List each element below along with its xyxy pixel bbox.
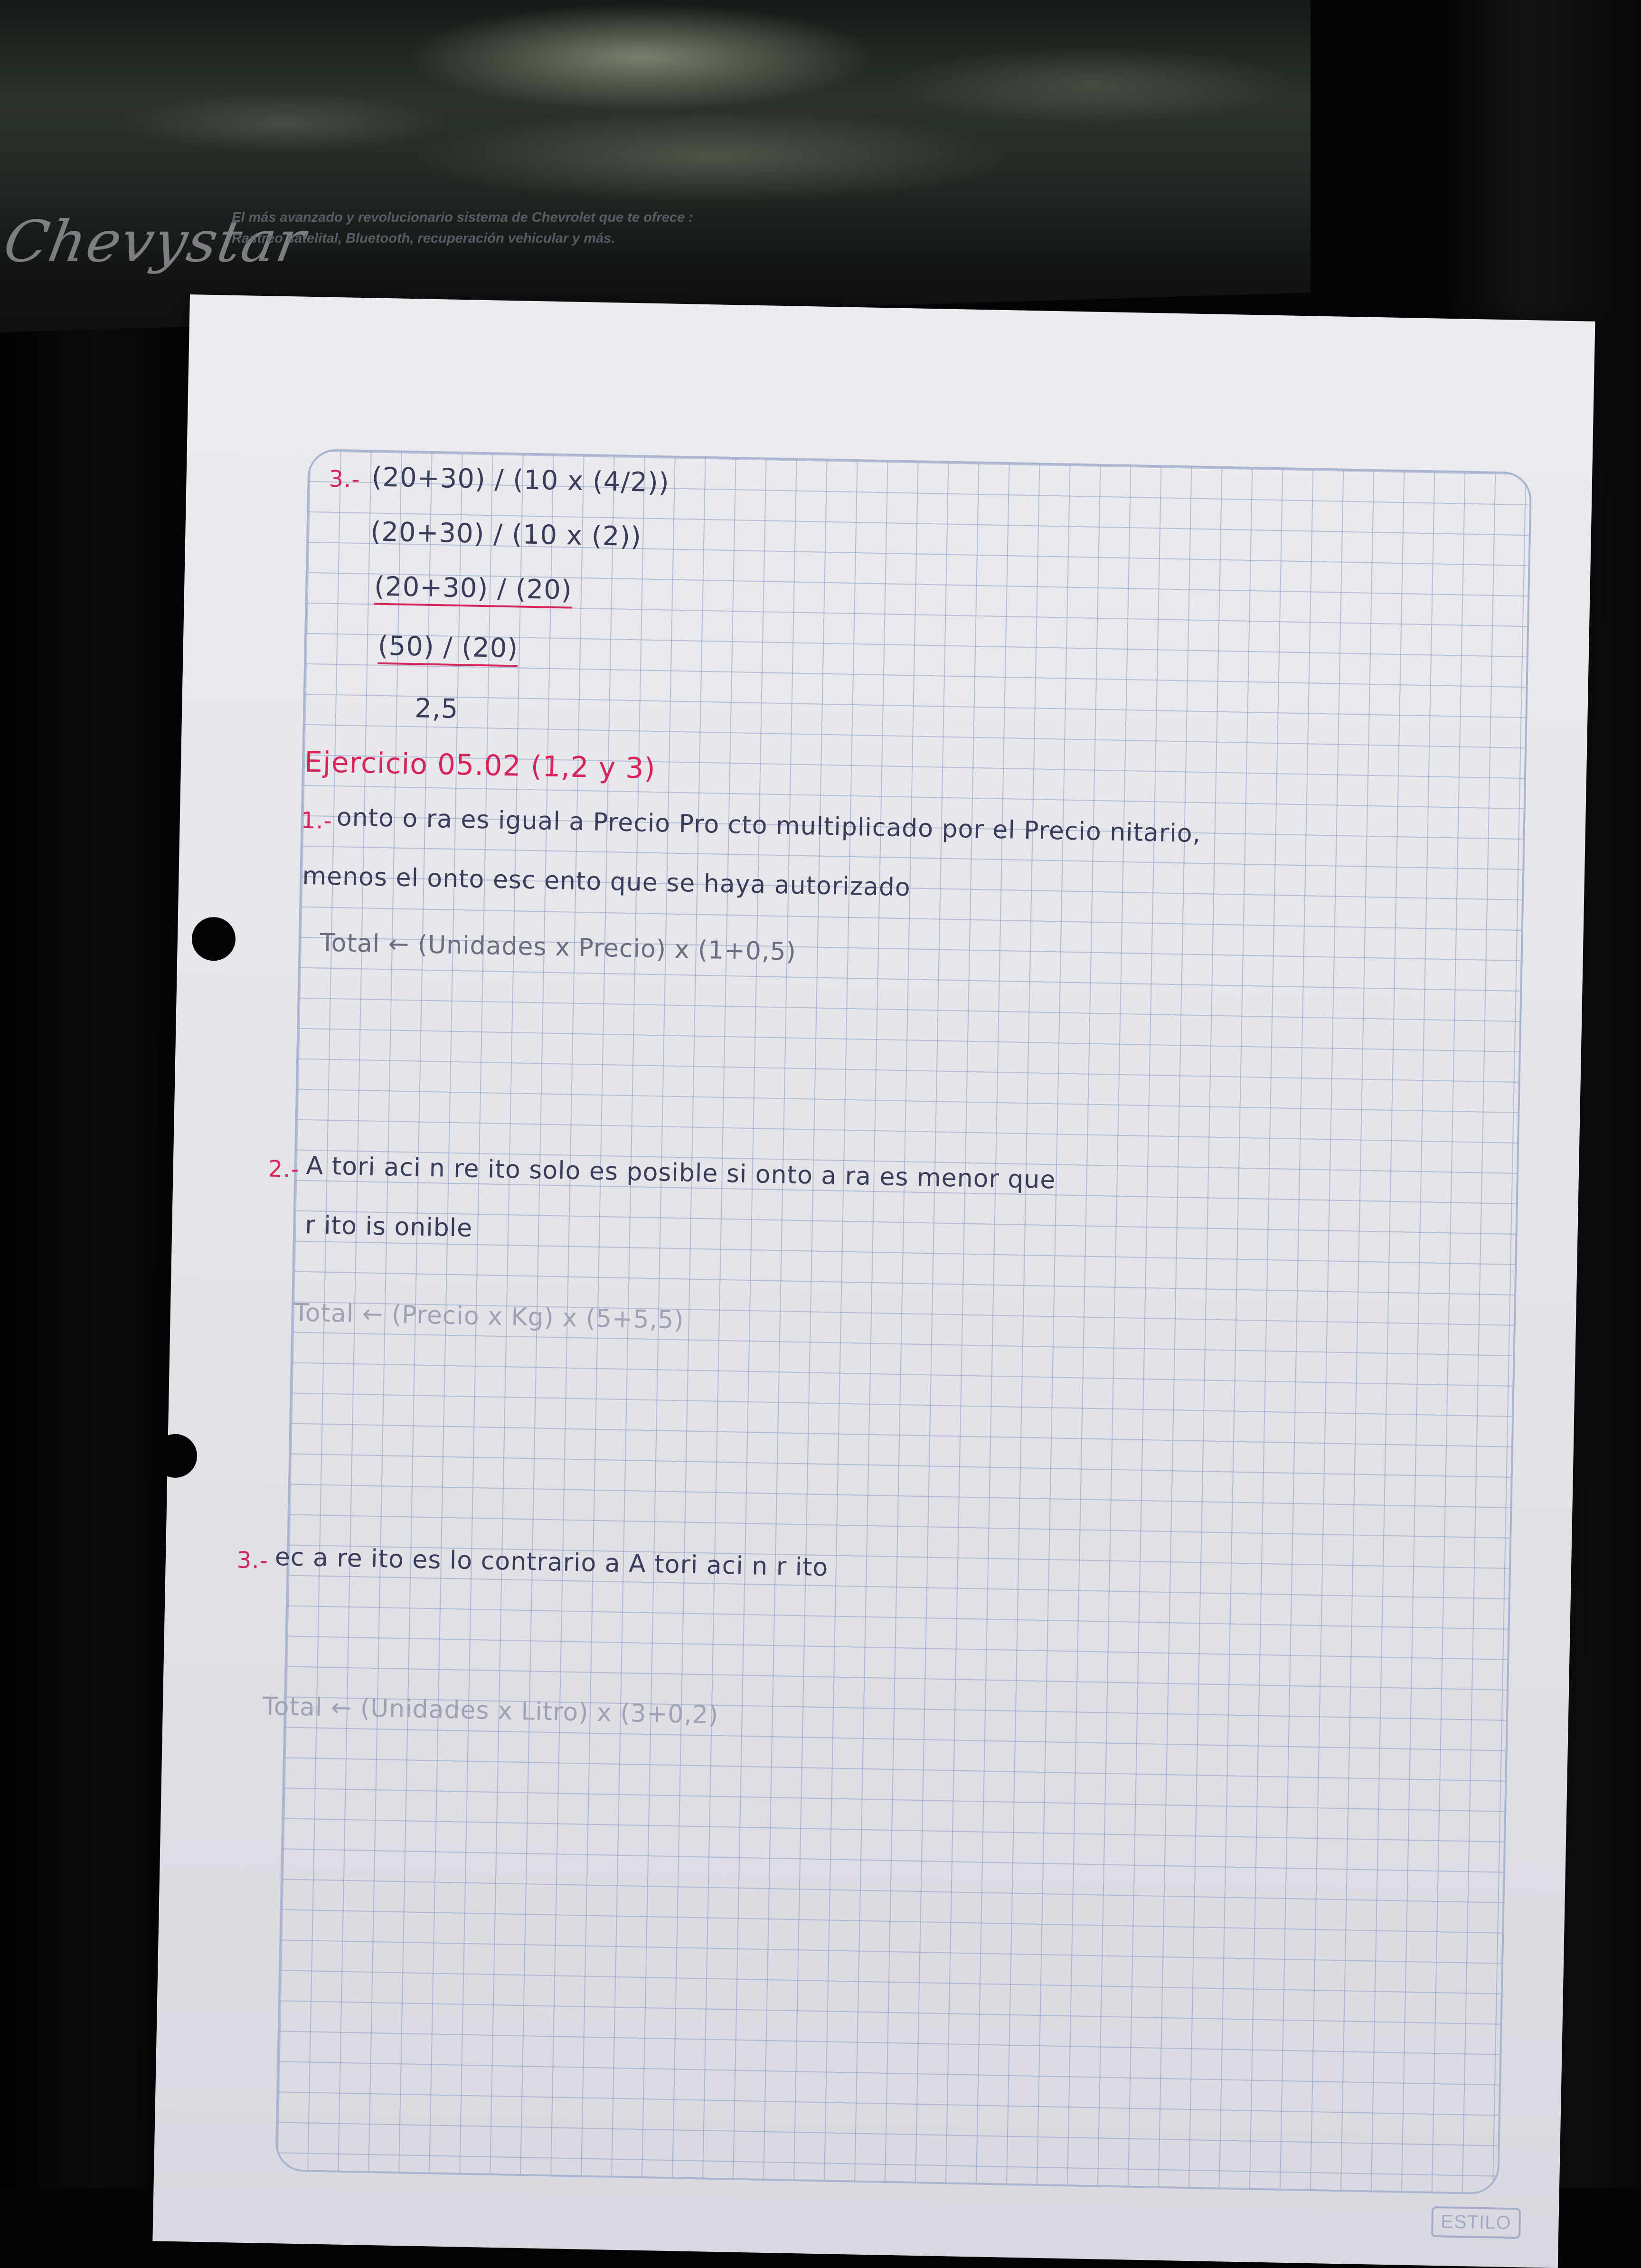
exercise3-step3: (20+30) / (20) [374,571,573,609]
punch-hole-top [191,917,236,962]
punch-hole-bottom [153,1433,198,1478]
item3-label: 3.- [236,1547,269,1574]
exercise3-step1: (20+30) / (10 x (4/2)) [371,462,670,499]
item1-label: 1.- [301,807,333,834]
notebook-page: 3.- (20+30) / (10 x (4/2)) (20+30) / (10… [152,294,1595,2268]
exercise-title: Ejercicio 05.02 (1,2 y 3) [304,745,656,786]
exercise3-step4: (50) / (20) [377,630,519,667]
exercise3-step2: (20+30) / (10 x (2)) [370,516,642,553]
exercise3-label: 3.- [329,465,361,493]
exercise3-result: 2,5 [414,693,459,725]
item2-line2: r ito is onible [304,1211,473,1243]
chevystar-banner: Chevystar El más avanzado y revolucionar… [0,0,1311,332]
item2-label: 2.- [268,1155,300,1183]
estilo-brand-badge: ESTILO [1431,2206,1521,2239]
banner-tagline-1: El más avanzado y revolucionario sistema… [232,210,693,225]
banner-tagline-2: Rastreo satelital, Bluetooth, recuperaci… [232,231,615,246]
